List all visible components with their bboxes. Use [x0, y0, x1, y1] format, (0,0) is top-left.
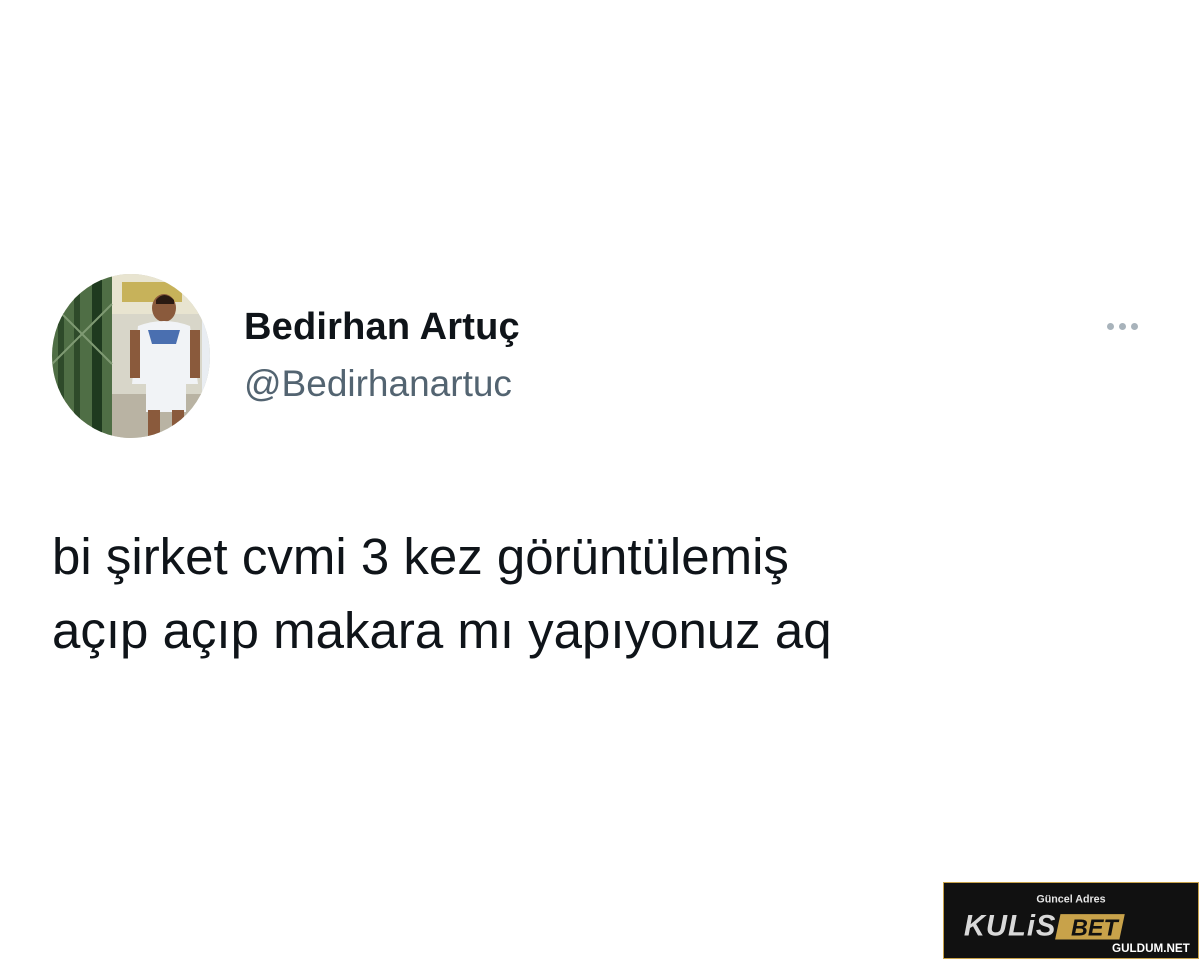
more-options-button[interactable]	[1094, 312, 1150, 340]
watermark-site: GULDUM.NET	[1112, 942, 1190, 955]
tweet-text-line: açıp açıp makara mı yapıyonuz aq	[52, 602, 832, 659]
display-name[interactable]: Bedirhan Artuç	[244, 306, 520, 349]
watermark-brand-left: KULiS	[964, 911, 1057, 943]
avatar-photo	[52, 274, 210, 438]
watermark-logo: Güncel Adres KULiS BET GULDUM.NET	[943, 882, 1199, 959]
watermark-graphic: Güncel Adres KULiS BET GULDUM.NET	[946, 883, 1196, 958]
more-horizontal-icon	[1130, 322, 1138, 330]
more-horizontal-icon	[1118, 322, 1126, 330]
more-horizontal-icon	[1106, 322, 1114, 330]
user-handle[interactable]: @Bedirhanartuc	[244, 363, 512, 405]
watermark-top-text: Güncel Adres	[1036, 893, 1105, 905]
watermark-brand-right: BET	[1071, 915, 1119, 941]
tweet-text: bi şirket cvmi 3 kez görüntülemiş açıp a…	[52, 520, 1132, 668]
tweet-card: Bedirhan Artuç @Bedirhanartuc bi şirket …	[0, 0, 1199, 959]
avatar[interactable]	[52, 274, 210, 438]
tweet-text-line: bi şirket cvmi 3 kez görüntülemiş	[52, 528, 789, 585]
